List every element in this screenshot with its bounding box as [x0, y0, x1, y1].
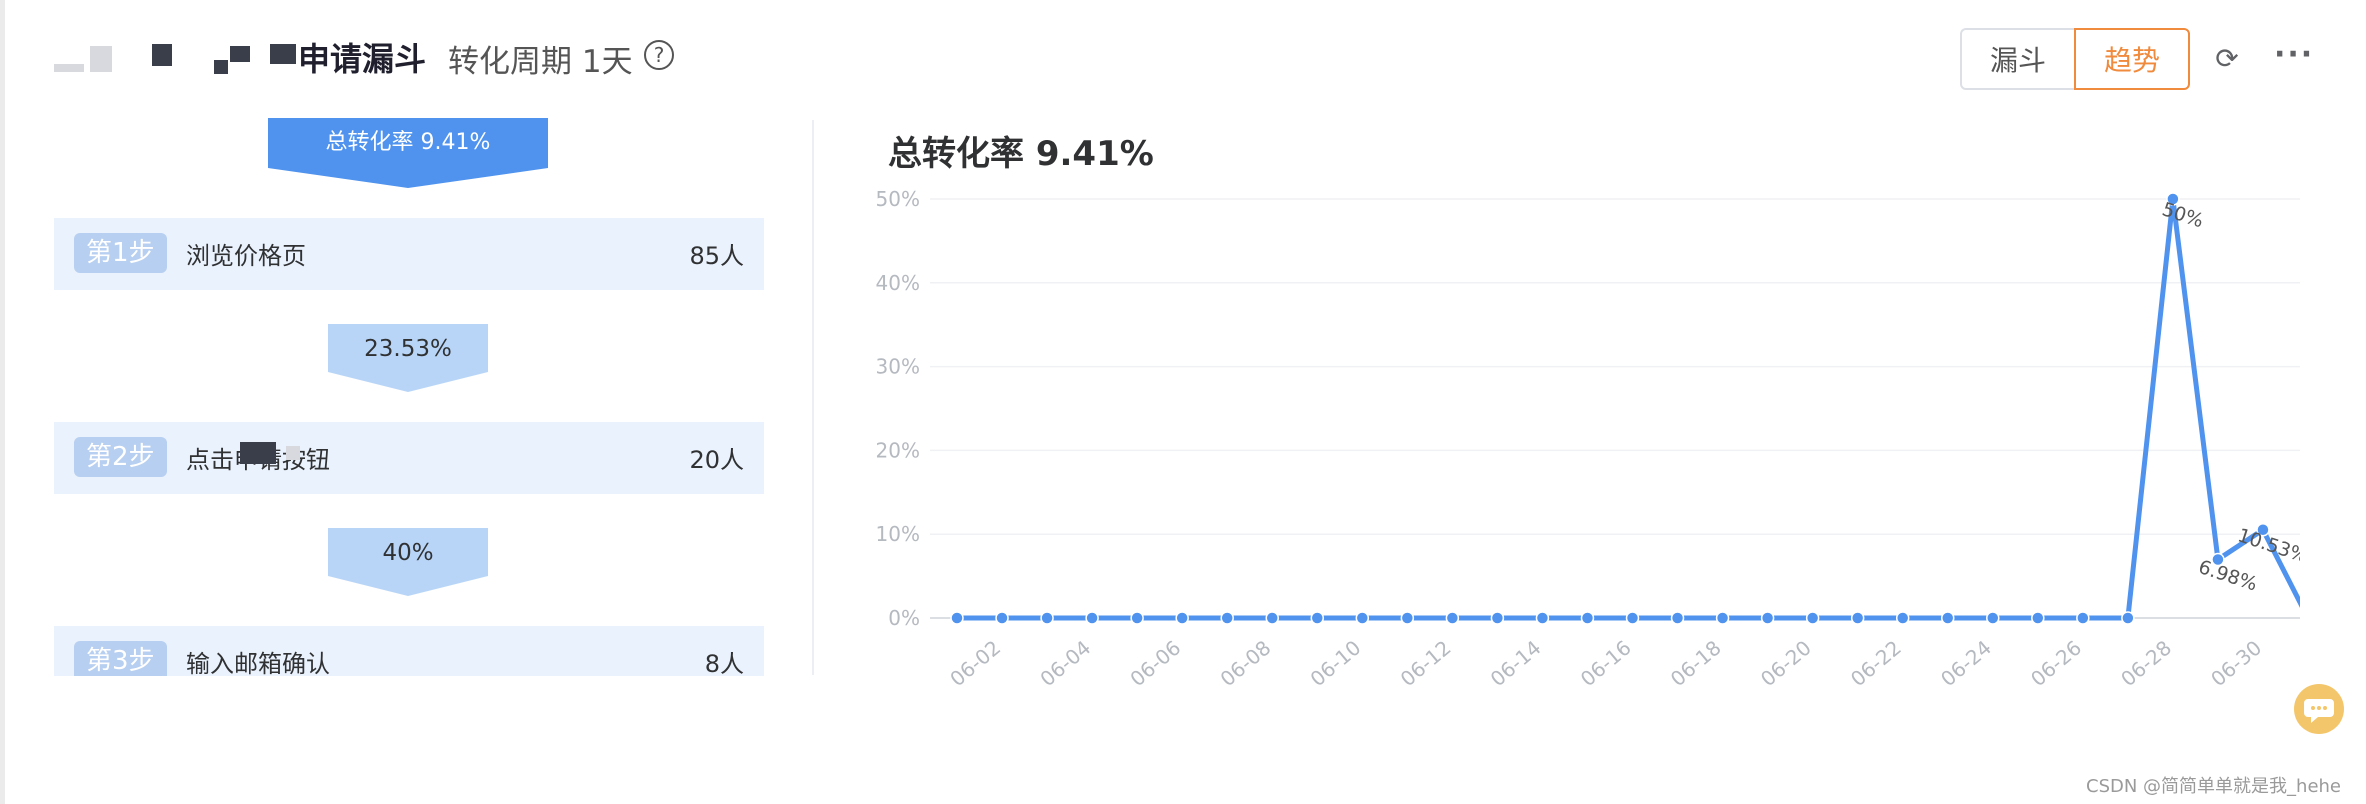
x-tick-label: 06-24 — [1936, 635, 1996, 691]
series-line — [954, 196, 2300, 621]
x-tick-label: 06-04 — [1035, 635, 1095, 691]
x-tick-label: 06-14 — [1486, 635, 1546, 691]
data-point — [1715, 611, 1730, 625]
data-point — [950, 611, 964, 625]
step-name: 浏览价格页 — [186, 242, 306, 270]
data-point — [1760, 611, 1775, 625]
view-switch: 漏斗 趋势 — [1960, 28, 2191, 90]
x-tick-label: 06-30 — [2206, 635, 2266, 691]
data-point — [1670, 611, 1685, 625]
data-point — [1895, 611, 1910, 625]
step-rate-text: 40% — [382, 540, 434, 566]
data-point — [1490, 611, 1505, 625]
y-tick-label: 10% — [876, 522, 920, 546]
step-count: 85人 — [689, 242, 744, 270]
step-rate-arrow: 23.53% — [328, 324, 488, 394]
step-rate-text: 23.53% — [364, 336, 452, 362]
redacted-block — [230, 46, 250, 62]
redacted-block — [54, 64, 84, 72]
data-point — [1986, 611, 2000, 625]
total-rate-banner: 总转化率 9.41% — [268, 118, 548, 190]
redacted-block — [240, 442, 276, 464]
data-point — [1535, 611, 1550, 625]
x-tick-label: 06-06 — [1125, 635, 1185, 691]
x-tick-label: 06-28 — [2116, 635, 2176, 691]
y-tick-label: 40% — [876, 271, 920, 295]
funnel-step-2[interactable]: 第2步 点击申请按钮 20人 — [54, 422, 764, 494]
data-point — [1850, 611, 1865, 625]
data-point — [1085, 611, 1099, 625]
step-badge: 第1步 — [74, 233, 167, 273]
redacted-block — [270, 44, 296, 64]
x-tick-label: 06-22 — [1846, 635, 1906, 691]
x-tick-label: 06-26 — [2026, 635, 2086, 691]
watermark: CSDN @简简单单就是我_hehe — [2086, 776, 2342, 797]
data-point — [1355, 611, 1370, 625]
data-point — [1265, 611, 1279, 625]
data-point — [1400, 611, 1415, 625]
data-point — [2031, 611, 2045, 625]
x-tick-label: 06-02 — [945, 635, 1005, 691]
funnel-step-1[interactable]: 第1步 浏览价格页 85人 — [54, 218, 764, 290]
x-tick-label: 06-18 — [1666, 635, 1726, 691]
data-point — [1130, 611, 1144, 625]
y-tick-label: 50% — [876, 187, 920, 211]
redacted-block — [152, 44, 172, 66]
panel-divider — [812, 120, 814, 675]
redacted-block — [286, 446, 300, 460]
trend-chart: 0% 10% 20% 30% 40% 50% 06-02 06-04 06-06 06-08 06-… — [876, 187, 2300, 691]
more-icon[interactable]: ··· — [2274, 40, 2312, 78]
data-label: 50% — [2159, 198, 2206, 232]
chat-icon[interactable] — [2294, 684, 2344, 734]
data-point — [1940, 611, 1955, 625]
data-point — [2076, 611, 2090, 625]
funnel-step-3[interactable]: 第3步 输入邮箱确认 8人 — [54, 626, 764, 676]
x-tick-label: 06-08 — [1215, 635, 1275, 691]
total-rate-text: 总转化率 9.41% — [325, 130, 491, 155]
data-point — [1220, 611, 1234, 625]
data-point — [1805, 611, 1820, 625]
data-point — [1175, 611, 1189, 625]
data-point — [1445, 611, 1460, 625]
data-point — [1310, 611, 1325, 625]
data-point — [1625, 611, 1640, 625]
left-edge — [0, 0, 5, 804]
redacted-block — [214, 60, 228, 74]
y-tick-label: 30% — [876, 355, 920, 379]
x-tick-label: 06-12 — [1396, 635, 1456, 691]
x-tick-label: 06-20 — [1756, 635, 1816, 691]
x-tick-label: 06-10 — [1306, 635, 1366, 691]
step-name: 输入邮箱确认 — [186, 650, 330, 676]
refresh-icon[interactable]: ⟳ — [2208, 40, 2246, 78]
help-icon[interactable]: ? — [644, 40, 674, 70]
chart-title: 总转化率 9.41% — [888, 134, 1154, 174]
funnel-view-button[interactable]: 漏斗 — [1960, 28, 2075, 90]
data-point — [1580, 611, 1595, 625]
chat-bubble-glyph — [2304, 699, 2334, 723]
y-tick-label: 0% — [888, 606, 920, 630]
step-count: 20人 — [689, 446, 744, 474]
data-point — [2121, 611, 2135, 625]
step-count: 8人 — [704, 650, 744, 676]
funnel-panel: 总转化率 9.41% 第1步 浏览价格页 85人 23.53% 第2步 点击申请… — [54, 118, 764, 676]
step-badge: 第2步 — [74, 437, 167, 477]
y-tick-label: 20% — [876, 438, 920, 462]
data-point — [1040, 611, 1054, 625]
redacted-block — [90, 46, 112, 72]
funnel-card: 申请漏斗 转化周期 1天 ? 漏斗 趋势 ⟳ ··· 总转化率 9.41% 第1… — [0, 0, 2366, 804]
trend-view-button[interactable]: 趋势 — [2074, 28, 2191, 90]
x-tick-label: 06-16 — [1576, 635, 1636, 691]
step-badge: 第3步 — [74, 641, 167, 676]
funnel-title: 申请漏斗 — [298, 40, 427, 78]
step-rate-arrow: 40% — [328, 528, 488, 598]
data-label: 6.98% — [2196, 556, 2260, 596]
data-point — [995, 611, 1009, 625]
conversion-cycle: 转化周期 1天 — [448, 44, 633, 80]
